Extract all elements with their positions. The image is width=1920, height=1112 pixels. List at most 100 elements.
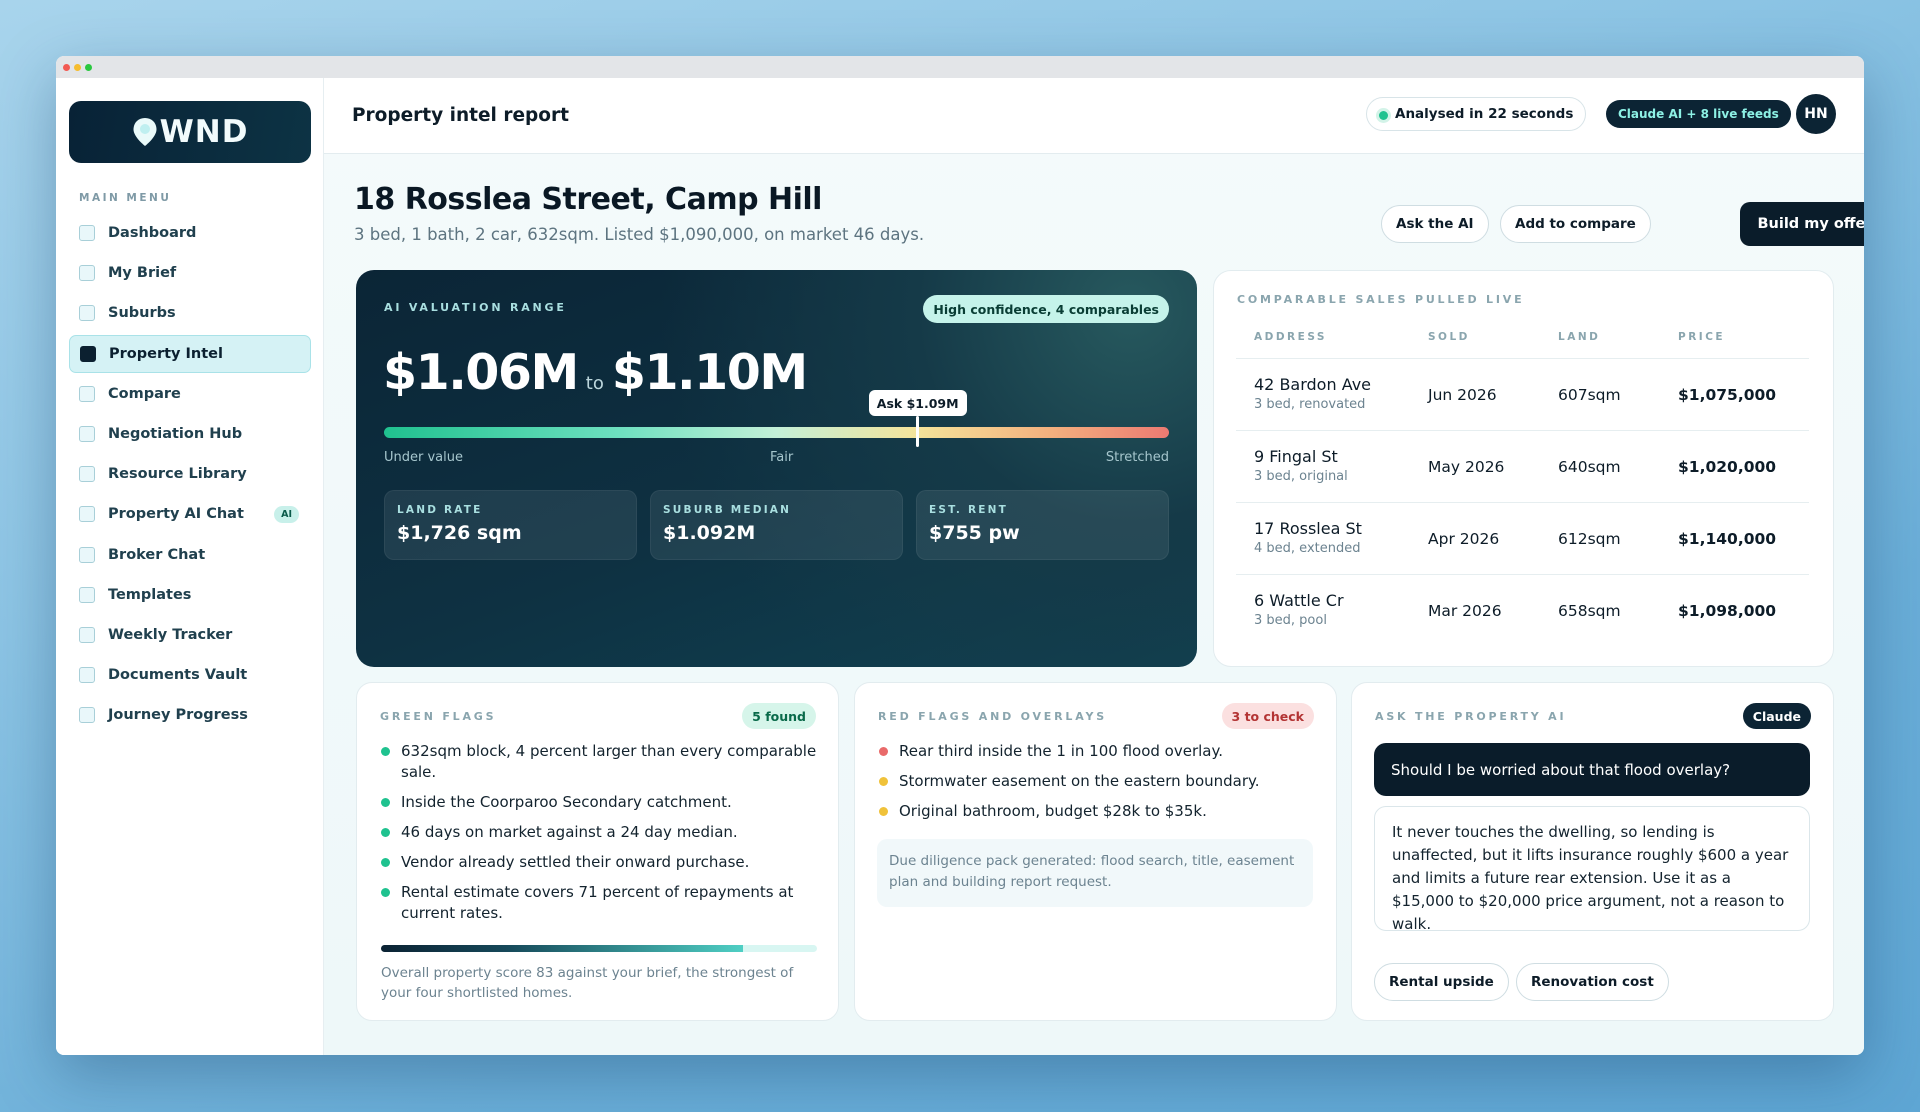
green-flags-label: GREEN FLAGS bbox=[380, 710, 497, 723]
sidebar-item-journey-progress[interactable]: Journey Progress bbox=[69, 696, 311, 734]
table-row[interactable]: 17 Rosslea St 4 bed, extended Apr 2026 6… bbox=[1236, 502, 1809, 574]
sidebar-item-negotiation-hub[interactable]: Negotiation Hub bbox=[69, 415, 311, 453]
table-row[interactable]: 42 Bardon Ave 3 bed, renovated Jun 2026 … bbox=[1236, 358, 1809, 430]
comp-land: 612sqm bbox=[1558, 530, 1621, 548]
ask-ai-card: ASK THE PROPERTY AI Claude Should I be w… bbox=[1351, 682, 1834, 1021]
list-item: Original bathroom, budget $28k to $35k. bbox=[879, 801, 1319, 822]
comp-note: 4 bed, extended bbox=[1254, 541, 1361, 556]
confidence-badge: High confidence, 4 comparables bbox=[923, 295, 1169, 323]
user-avatar[interactable]: HN bbox=[1796, 94, 1836, 134]
valuation-card: AI VALUATION RANGE High confidence, 4 co… bbox=[356, 270, 1197, 667]
sidebar-item-compare[interactable]: Compare bbox=[69, 375, 311, 413]
checkbox-icon bbox=[79, 385, 95, 402]
stat-key: EST. RENT bbox=[929, 504, 1008, 516]
map-pin-icon bbox=[133, 118, 157, 146]
red-flags-list: Rear third inside the 1 in 100 flood ove… bbox=[879, 741, 1319, 831]
flag-text: Rear third inside the 1 in 100 flood ove… bbox=[899, 742, 1223, 760]
sidebar-item-label: Journey Progress bbox=[108, 707, 248, 724]
asking-price-marker[interactable] bbox=[916, 416, 920, 447]
sidebar-item-documents-vault[interactable]: Documents Vault bbox=[69, 656, 311, 694]
sidebar-item-broker-chat[interactable]: Broker Chat bbox=[69, 536, 311, 574]
comp-price: $1,140,000 bbox=[1678, 530, 1777, 548]
sidebar-item-resource-library[interactable]: Resource Library bbox=[69, 455, 311, 493]
stat-suburb-median: SUBURB MEDIAN $1.092M bbox=[650, 490, 903, 560]
flag-text: Stormwater easement on the eastern bound… bbox=[899, 772, 1260, 790]
valuation-label: AI VALUATION RANGE bbox=[384, 301, 567, 314]
sidebar-item-label: Property Intel bbox=[109, 345, 223, 362]
green-flags-list: 632sqm block, 4 percent larger than ever… bbox=[381, 741, 821, 933]
checkbox-icon bbox=[80, 345, 96, 362]
claude-badge: Claude bbox=[1742, 703, 1811, 729]
user-question-bubble: Should I be worried about that flood ove… bbox=[1374, 743, 1810, 796]
sidebar-item-property-intel[interactable]: Property Intel bbox=[69, 334, 311, 373]
sidebar-item-label: Weekly Tracker bbox=[108, 626, 233, 643]
flag-text: Original bathroom, budget $28k to $35k. bbox=[899, 802, 1207, 820]
list-item: 632sqm block, 4 percent larger than ever… bbox=[381, 741, 821, 783]
build-offer-button[interactable]: Build my offer bbox=[1740, 202, 1864, 246]
sidebar-item-label: Resource Library bbox=[108, 466, 247, 483]
checkbox-icon bbox=[79, 546, 95, 563]
minimize-window-dot[interactable] bbox=[74, 63, 81, 71]
comp-note: 3 bed, pool bbox=[1254, 613, 1327, 628]
range-separator: to bbox=[585, 373, 604, 394]
scale-label-under: Under value bbox=[384, 450, 463, 465]
sidebar-item-suburbs[interactable]: Suburbs bbox=[69, 294, 311, 332]
ai-answer-bubble: It never touches the dwelling, so lendin… bbox=[1374, 806, 1810, 933]
sidebar-item-weekly-tracker[interactable]: Weekly Tracker bbox=[69, 616, 311, 654]
page-title: Property intel report bbox=[352, 105, 569, 126]
checkbox-icon bbox=[79, 506, 95, 523]
property-subtitle: 3 bed, 1 bath, 2 car, 632sqm. Listed $1,… bbox=[354, 225, 925, 244]
stat-key: LAND RATE bbox=[397, 504, 483, 516]
brand-logo[interactable]: WND bbox=[69, 101, 311, 163]
ask-ai-label: ASK THE PROPERTY AI bbox=[1375, 710, 1567, 723]
green-bullet-icon bbox=[381, 858, 390, 867]
due-diligence-note: Due diligence pack generated: flood sear… bbox=[877, 839, 1313, 907]
table-row[interactable]: 9 Fingal St 3 bed, original May 2026 640… bbox=[1236, 430, 1809, 502]
valuation-high: $1.10M bbox=[611, 344, 808, 401]
scale-label-fair: Fair bbox=[770, 450, 794, 465]
list-item: 46 days on market against a 24 day media… bbox=[381, 822, 821, 843]
sidebar-item-dashboard[interactable]: Dashboard bbox=[69, 214, 311, 252]
valuation-scale-bar bbox=[384, 427, 1169, 438]
comp-price: $1,075,000 bbox=[1678, 386, 1777, 404]
comp-sold: Apr 2026 bbox=[1428, 530, 1500, 548]
brand-wordmark: WND bbox=[159, 114, 249, 150]
ai-badge: AI bbox=[274, 505, 299, 523]
red-flags-card: RED FLAGS AND OVERLAYS 3 to check Rear t… bbox=[854, 682, 1337, 1021]
table-row[interactable]: 6 Wattle Cr 3 bed, pool Mar 2026 658sqm … bbox=[1236, 574, 1809, 646]
flag-text: 46 days on market against a 24 day media… bbox=[401, 823, 738, 841]
add-to-compare-button[interactable]: Add to compare bbox=[1500, 205, 1651, 243]
stat-value: $1,726 sqm bbox=[397, 522, 522, 544]
property-score-text: Overall property score 83 against your b… bbox=[381, 965, 794, 1001]
green-bullet-icon bbox=[381, 747, 390, 756]
stat-est-rent: EST. RENT $755 pw bbox=[916, 490, 1169, 560]
analysed-status-pill: Analysed in 22 seconds bbox=[1366, 97, 1587, 131]
list-item: Inside the Coorparoo Secondary catchment… bbox=[381, 792, 821, 813]
green-flags-card: GREEN FLAGS 5 found 632sqm block, 4 perc… bbox=[356, 682, 839, 1021]
sidebar-item-label: Negotiation Hub bbox=[108, 425, 243, 442]
stat-value: $755 pw bbox=[929, 522, 1020, 544]
sidebar-item-templates[interactable]: Templates bbox=[69, 576, 311, 614]
sidebar-item-label: Compare bbox=[108, 385, 181, 402]
checkbox-icon bbox=[79, 707, 95, 724]
asking-price-tag: Ask $1.09M bbox=[868, 390, 967, 416]
sidebar-item-label: Dashboard bbox=[108, 225, 197, 241]
rental-upside-chip[interactable]: Rental upside bbox=[1374, 963, 1509, 1001]
sidebar-item-label: Property AI Chat bbox=[108, 506, 244, 523]
sidebar-item-label: Templates bbox=[108, 586, 192, 603]
sidebar-item-label: Documents Vault bbox=[108, 667, 248, 684]
comp-sold: Mar 2026 bbox=[1428, 602, 1502, 620]
sidebar-item-property-ai-chat[interactable]: Property AI Chat AI bbox=[69, 495, 311, 533]
renovation-cost-chip[interactable]: Renovation cost bbox=[1516, 963, 1669, 1001]
ask-ai-button[interactable]: Ask the AI bbox=[1381, 205, 1489, 243]
checkbox-icon bbox=[79, 466, 95, 483]
valuation-range: $1.06M to $1.10M bbox=[383, 344, 808, 401]
sidebar-item-my-brief[interactable]: My Brief bbox=[69, 254, 311, 292]
analysed-text: Analysed in 22 seconds bbox=[1395, 106, 1574, 122]
flag-text: 632sqm block, 4 percent larger than ever… bbox=[401, 742, 817, 781]
valuation-low: $1.06M bbox=[383, 344, 579, 401]
maximize-window-dot[interactable] bbox=[85, 63, 92, 71]
comparables-label: COMPARABLE SALES PULLED LIVE bbox=[1237, 293, 1525, 306]
red-flags-label: RED FLAGS AND OVERLAYS bbox=[878, 710, 1107, 723]
close-window-dot[interactable] bbox=[63, 63, 70, 71]
